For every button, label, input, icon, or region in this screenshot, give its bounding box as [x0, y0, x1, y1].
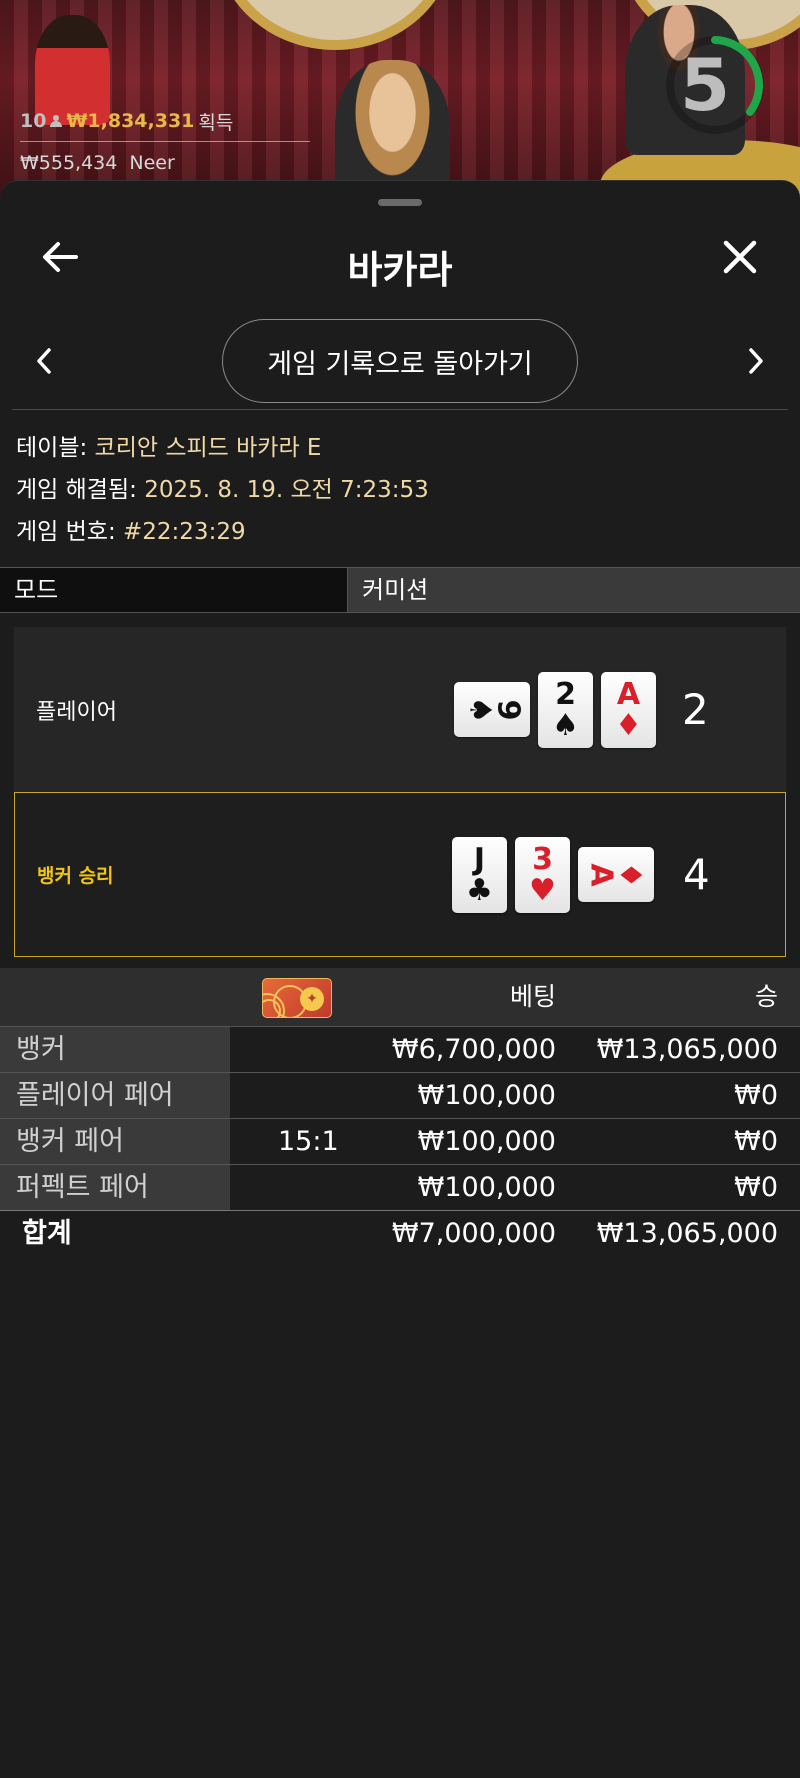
win-amount: ₩13,065,000: [596, 1034, 778, 1065]
bets-total-row: 합계 ₩7,000,000 ₩13,065,000: [0, 1210, 800, 1256]
hand-label: 플레이어: [36, 699, 117, 725]
bet-amount: ₩100,000: [417, 1172, 556, 1203]
card-suit: ♦: [612, 861, 648, 888]
bet-name: 플레이어 페어: [0, 1073, 230, 1118]
bet-odds: 15:1: [278, 1126, 339, 1157]
playing-card: J ♣: [452, 836, 507, 913]
dealer-figure: [335, 60, 450, 200]
divider: [20, 141, 310, 142]
resolved-value: 2025. 8. 19. 오전 7:23:53: [144, 477, 429, 503]
previous-round-button[interactable]: [24, 339, 64, 383]
drag-handle[interactable]: [378, 199, 422, 206]
balance: ₩555,434: [20, 152, 118, 174]
resolved-info: 게임 해결됨: 2025. 8. 19. 오전 7:23:53: [16, 469, 429, 511]
hand-score: 2: [682, 685, 709, 734]
next-round-button[interactable]: [736, 339, 776, 383]
countdown-timer: 5: [660, 30, 770, 140]
live-video: 10 ₩1,834,331 획득 ₩555,434 Neer 5: [0, 0, 800, 200]
playing-card: ♠ 9: [454, 682, 530, 737]
card-rank: 9: [490, 699, 526, 720]
hand-score: 4: [683, 850, 710, 899]
mode-label: 모드: [0, 568, 348, 612]
person-icon: [50, 115, 63, 127]
timer-value: 5: [679, 43, 731, 127]
sheet-header: 바카라: [0, 211, 800, 301]
player-count: 10: [20, 110, 47, 132]
win-amount: ₩0: [734, 1126, 778, 1157]
player-cards: ♠ 9 2 ♠ A ♦: [454, 627, 656, 792]
game-number-value: #22:23:29: [123, 519, 246, 545]
chevron-right-icon: [749, 348, 763, 374]
table-info: 테이블: 코리안 스피드 바카라 E: [16, 427, 429, 469]
mode-row: 모드 커미션: [0, 567, 800, 613]
card-rank: 3: [532, 841, 553, 877]
divider: [12, 409, 788, 410]
table-value: 코리안 스피드 바카라 E: [94, 435, 322, 461]
game-number-info: 게임 번호: #22:23:29: [16, 511, 429, 553]
card-rank: J: [473, 841, 486, 877]
bet-name: 뱅커: [0, 1027, 230, 1072]
total-label: 합계: [22, 1218, 72, 1249]
player-hand: 플레이어 ♠ 9 2 ♠ A ♦ 2: [14, 627, 786, 792]
close-button[interactable]: [712, 229, 768, 285]
game-info: 테이블: 코리안 스피드 바카라 E 게임 해결됨: 2025. 8. 19. …: [16, 427, 429, 553]
bet-row: 뱅커 ₩6,700,000 ₩13,065,000: [0, 1026, 800, 1072]
close-icon: [723, 240, 757, 274]
playing-card: A ♦: [601, 671, 656, 748]
game-number-label: 게임 번호:: [16, 519, 116, 545]
bet-row: 퍼펙트 페어 ₩100,000 ₩0: [0, 1164, 800, 1210]
card-rank: A: [616, 676, 641, 712]
card-suit: ♣: [466, 872, 493, 908]
total-win: ₩13,065,000: [596, 1218, 778, 1249]
bet-row: 플레이어 페어 ₩100,000 ₩0: [0, 1072, 800, 1118]
bet-name: 뱅커 페어: [0, 1119, 230, 1164]
bet-amount: ₩6,700,000: [391, 1034, 556, 1065]
banker-cards: J ♣ 3 ♥ A ♦: [452, 793, 654, 956]
page-title: 바카라: [347, 248, 453, 292]
banker-hand: 뱅커 승리 J ♣ 3 ♥ A ♦ 4: [14, 792, 786, 957]
hand-label: 뱅커 승리: [37, 865, 114, 887]
win-amount: ₩0: [734, 1080, 778, 1111]
username: Neer: [129, 152, 175, 174]
bet-amount: ₩100,000: [417, 1080, 556, 1111]
playing-card: 3 ♥: [515, 836, 570, 913]
card-suit: ♠: [552, 707, 579, 743]
back-to-history-button[interactable]: 게임 기록으로 돌아가기: [222, 319, 578, 403]
winnings-amount: ₩1,834,331: [66, 110, 195, 132]
card-suit: ♥: [529, 872, 556, 908]
winnings-label: 획득: [198, 111, 234, 134]
bet-amount: ₩100,000: [417, 1126, 556, 1157]
total-bet: ₩7,000,000: [391, 1218, 556, 1249]
chevron-left-icon: [37, 348, 51, 374]
bets-table-header: 베팅 승: [0, 968, 800, 1026]
chip-icon: [262, 978, 332, 1018]
card-rank: 2: [555, 676, 576, 712]
column-header-bet: 베팅: [509, 982, 556, 1011]
resolved-label: 게임 해결됨:: [16, 477, 137, 503]
bets-table: 베팅 승 뱅커 ₩6,700,000 ₩13,065,000 플레이어 페어 ₩…: [0, 968, 800, 1256]
playing-card: 2 ♠: [538, 671, 593, 748]
playing-card: A ♦: [578, 847, 654, 902]
player-stats: 10 ₩1,834,331 획득 ₩555,434 Neer: [20, 108, 310, 176]
bet-name: 퍼펙트 페어: [0, 1165, 230, 1210]
column-header-win: 승: [754, 982, 778, 1011]
mode-value: 커미션: [348, 568, 800, 612]
round-navigation: 게임 기록으로 돌아가기: [0, 319, 800, 403]
hands-result: 플레이어 ♠ 9 2 ♠ A ♦ 2 뱅커 승리 J ♣ 3 ♥ A ♦ 4: [14, 627, 786, 957]
win-amount: ₩0: [734, 1172, 778, 1203]
bet-row: 뱅커 페어 15:1 ₩100,000 ₩0: [0, 1118, 800, 1164]
table-label: 테이블:: [16, 435, 88, 461]
card-suit: ♦: [615, 707, 642, 743]
